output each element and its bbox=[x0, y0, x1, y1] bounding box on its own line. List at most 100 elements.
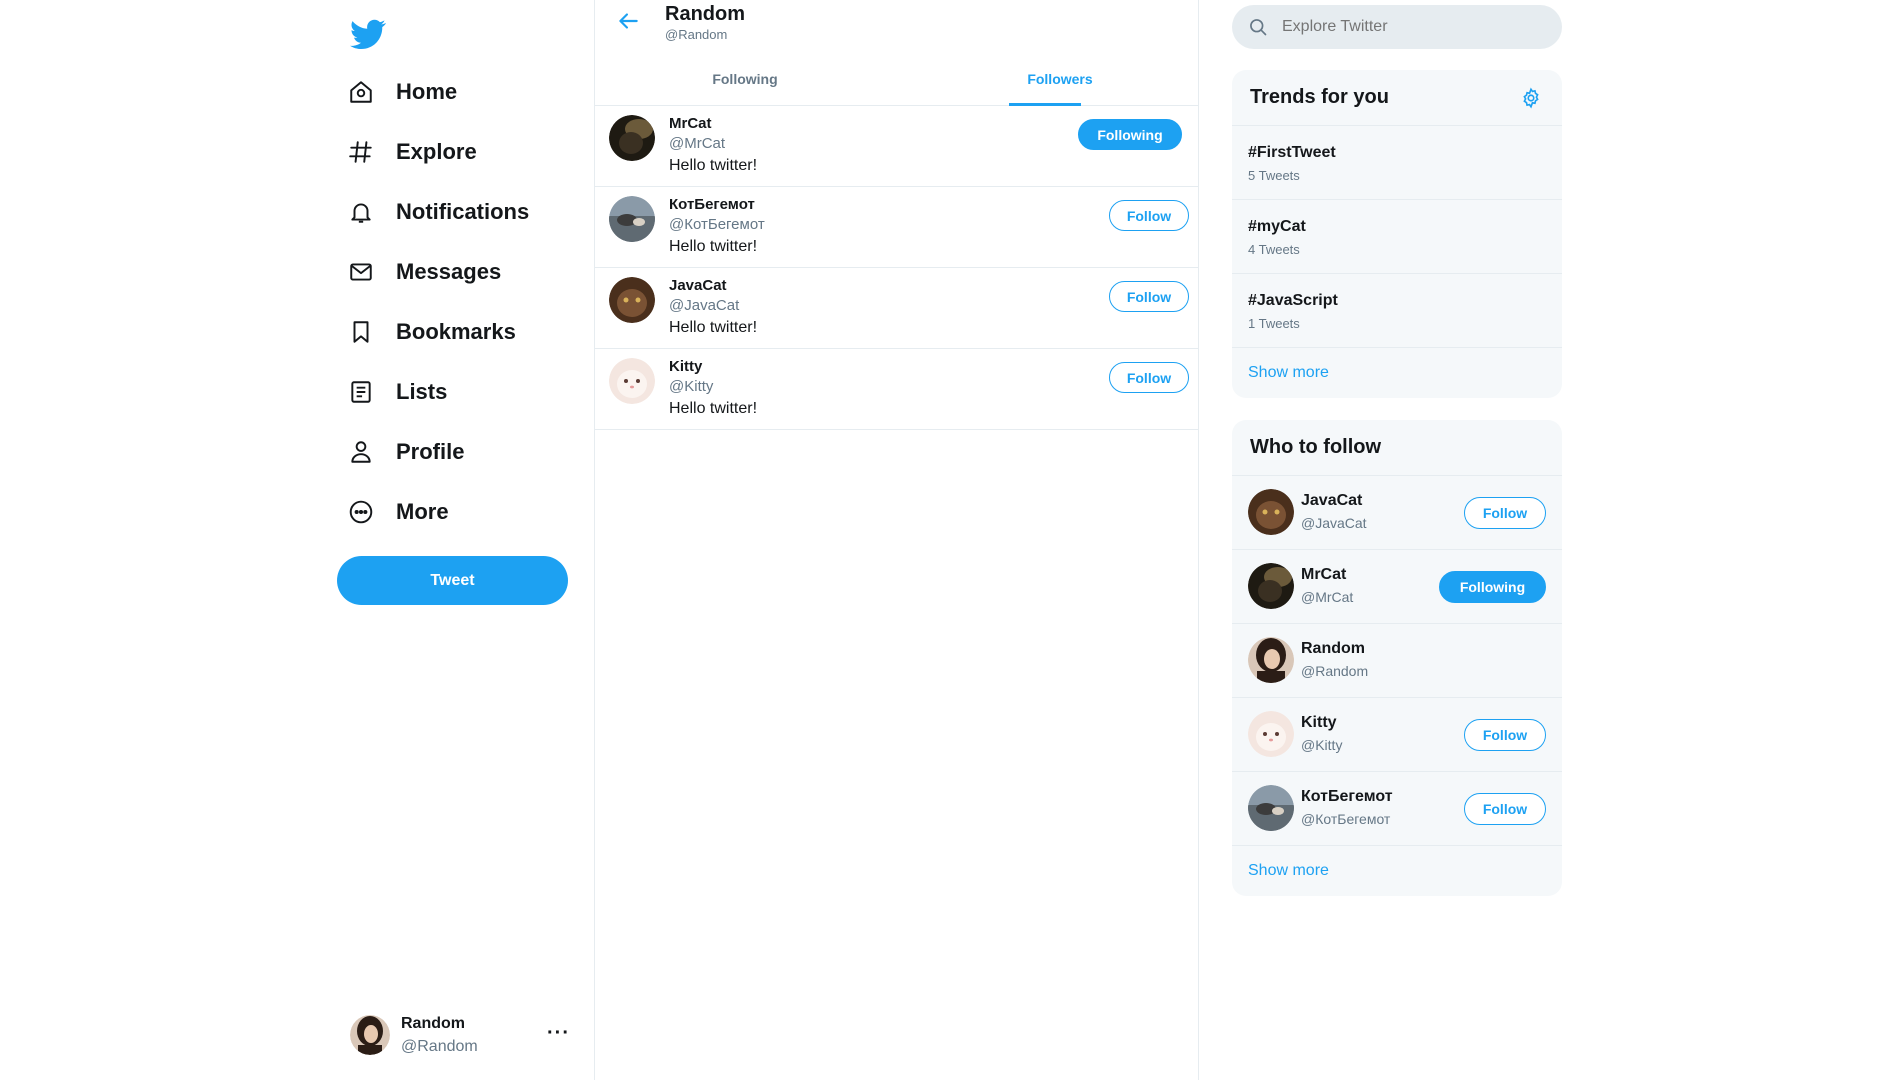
suggestion-name[interactable]: MrCat bbox=[1301, 566, 1346, 584]
search-input[interactable] bbox=[1282, 18, 1542, 36]
user-handle: @КотБегемот bbox=[669, 216, 765, 233]
list-item[interactable]: JavaCat @JavaCat Hello twitter! Follow bbox=[595, 268, 1198, 349]
suggestion-item[interactable]: JavaCat @JavaCat Follow bbox=[1232, 476, 1562, 550]
trend-tag: #JavaScript bbox=[1248, 292, 1338, 309]
avatar bbox=[1248, 711, 1294, 757]
page-subtitle: @Random bbox=[665, 27, 728, 42]
user-handle: @Kitty bbox=[669, 378, 714, 395]
trend-item[interactable]: #JavaScript 1 Tweets bbox=[1232, 274, 1562, 348]
nav-item-bookmarks[interactable]: Bookmarks bbox=[346, 302, 529, 362]
trend-count: 4 Tweets bbox=[1248, 242, 1300, 257]
user-name[interactable]: КотБегемот bbox=[669, 196, 755, 213]
tweet-button[interactable]: Tweet bbox=[337, 556, 568, 605]
twitter-bird-icon[interactable] bbox=[350, 16, 386, 52]
search-icon bbox=[1250, 19, 1267, 36]
nav-label: Home bbox=[396, 79, 458, 104]
nav-label: Lists bbox=[396, 379, 448, 404]
avatar bbox=[1248, 489, 1294, 535]
nav-item-messages[interactable]: Messages bbox=[346, 242, 529, 302]
account-switcher[interactable]: Random @Random ··· bbox=[350, 1012, 570, 1058]
hashtag-icon bbox=[346, 137, 376, 167]
suggestion-item[interactable]: Kitty @Kitty Follow bbox=[1232, 698, 1562, 772]
user-bio: Hello twitter! bbox=[669, 400, 758, 417]
avatar bbox=[609, 196, 655, 242]
suggestion-handle: @MrCat bbox=[1301, 589, 1354, 605]
user-name[interactable]: Kitty bbox=[669, 358, 702, 375]
tab-label: Following bbox=[712, 71, 778, 87]
avatar bbox=[609, 277, 655, 323]
gear-icon[interactable] bbox=[1520, 87, 1542, 109]
nav-item-more[interactable]: More bbox=[346, 482, 529, 542]
nav-item-profile[interactable]: Profile bbox=[346, 422, 529, 482]
search-bar[interactable] bbox=[1232, 5, 1562, 49]
primary-nav: Home Explore Notifications Messages Book… bbox=[346, 62, 529, 542]
trends-title: Trends for you bbox=[1250, 86, 1389, 108]
suggestion-name[interactable]: Random bbox=[1301, 640, 1365, 658]
list-icon bbox=[346, 377, 376, 407]
suggestion-name[interactable]: Kitty bbox=[1301, 714, 1337, 732]
who-to-follow-show-more-link[interactable]: Show more bbox=[1232, 846, 1562, 896]
follow-button[interactable]: Follow bbox=[1109, 362, 1189, 393]
nav-label: Bookmarks bbox=[396, 319, 516, 344]
trend-tag: #myCat bbox=[1248, 218, 1306, 235]
tab-following[interactable]: Following bbox=[595, 52, 895, 106]
trends-show-more-link[interactable]: Show more bbox=[1232, 348, 1562, 398]
following-button[interactable]: Following bbox=[1439, 571, 1546, 603]
trend-item[interactable]: #myCat 4 Tweets bbox=[1232, 200, 1562, 274]
trend-count: 5 Tweets bbox=[1248, 168, 1300, 183]
follow-button[interactable]: Follow bbox=[1109, 200, 1189, 231]
avatar bbox=[1248, 637, 1294, 683]
following-button[interactable]: Following bbox=[1078, 119, 1182, 150]
follow-button[interactable]: Follow bbox=[1464, 793, 1546, 825]
follow-button[interactable]: Follow bbox=[1464, 497, 1546, 529]
tab-label: Followers bbox=[1027, 71, 1093, 87]
user-bio: Hello twitter! bbox=[669, 319, 758, 336]
nav-item-home[interactable]: Home bbox=[346, 62, 529, 122]
follow-tabs: Following Followers bbox=[595, 52, 1198, 106]
suggestion-item[interactable]: КотБегемот @КотБегемот Follow bbox=[1232, 772, 1562, 846]
suggestion-name[interactable]: JavaCat bbox=[1301, 492, 1362, 510]
envelope-icon bbox=[346, 257, 376, 287]
follow-button[interactable]: Follow bbox=[1464, 719, 1546, 751]
trend-tag: #FirstTweet bbox=[1248, 144, 1336, 161]
list-item[interactable]: КотБегемот @КотБегемот Hello twitter! Fo… bbox=[595, 187, 1198, 268]
user-name[interactable]: MrCat bbox=[669, 115, 712, 132]
page-title: Random bbox=[665, 3, 745, 25]
nav-item-lists[interactable]: Lists bbox=[346, 362, 529, 422]
trend-item[interactable]: #FirstTweet 5 Tweets bbox=[1232, 126, 1562, 200]
suggestion-handle: @JavaCat bbox=[1301, 515, 1367, 531]
nav-label: More bbox=[396, 499, 449, 524]
user-bio: Hello twitter! bbox=[669, 157, 758, 174]
user-name[interactable]: JavaCat bbox=[669, 277, 727, 294]
who-to-follow-header: Who to follow bbox=[1232, 420, 1562, 476]
more-dots-icon[interactable]: ··· bbox=[547, 1022, 570, 1045]
bell-icon bbox=[346, 197, 376, 227]
nav-label: Notifications bbox=[396, 199, 530, 224]
list-item[interactable]: Kitty @Kitty Hello twitter! Follow bbox=[595, 349, 1198, 430]
user-handle: @MrCat bbox=[669, 135, 726, 152]
user-handle: @JavaCat bbox=[669, 297, 740, 314]
account-name: Random bbox=[401, 1014, 465, 1032]
trends-card: Trends for you #FirstTweet 5 Tweets #myC… bbox=[1232, 70, 1562, 398]
nav-item-notifications[interactable]: Notifications bbox=[346, 182, 529, 242]
avatar bbox=[609, 115, 655, 161]
tab-followers[interactable]: Followers bbox=[895, 52, 1225, 106]
back-arrow-icon[interactable] bbox=[615, 8, 641, 34]
suggestion-item[interactable]: Random @Random bbox=[1232, 624, 1562, 698]
follow-button[interactable]: Follow bbox=[1109, 281, 1189, 312]
trend-count: 1 Tweets bbox=[1248, 316, 1300, 331]
more-circle-icon bbox=[346, 497, 376, 527]
list-item[interactable]: MrCat @MrCat Hello twitter! Following bbox=[595, 106, 1198, 187]
suggestion-handle: @Random bbox=[1301, 663, 1369, 679]
suggestion-item[interactable]: MrCat @MrCat Following bbox=[1232, 550, 1562, 624]
nav-label: Profile bbox=[396, 439, 465, 464]
who-to-follow-card: Who to follow JavaCat @JavaCat Follow Mr… bbox=[1232, 420, 1562, 896]
main-column: Random @Random Following Followers MrCat… bbox=[594, 0, 1199, 1080]
bookmark-icon bbox=[346, 317, 376, 347]
suggestion-name[interactable]: КотБегемот bbox=[1301, 788, 1393, 806]
user-bio: Hello twitter! bbox=[669, 238, 758, 255]
suggestion-handle: @КотБегемот bbox=[1301, 811, 1391, 827]
home-icon bbox=[346, 77, 376, 107]
nav-item-explore[interactable]: Explore bbox=[346, 122, 529, 182]
avatar bbox=[1248, 563, 1294, 609]
